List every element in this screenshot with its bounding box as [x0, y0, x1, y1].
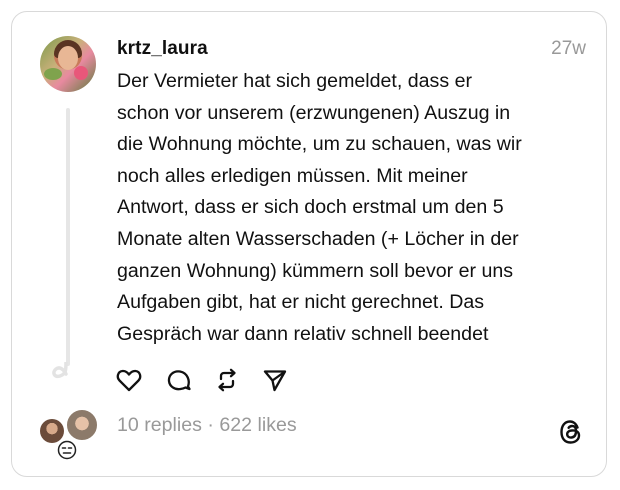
post-stats[interactable]: 10 replies · 622 likes: [117, 414, 297, 437]
author-avatar[interactable]: [40, 36, 96, 92]
thread-loop-icon: [52, 362, 68, 379]
heart-icon[interactable]: [115, 366, 143, 394]
post-line: ganzen Wohnung) kümmern soll bevor er un…: [117, 259, 514, 282]
post-line: Aufgaben gibt, hat er nicht gerechnet. D…: [117, 291, 485, 314]
post-body: Der Vermieter hat sich gemeldet, dass er…: [117, 66, 585, 350]
comment-icon[interactable]: [165, 366, 193, 394]
post-timestamp[interactable]: 27w: [551, 38, 586, 60]
expressionless-face-icon: [57, 440, 77, 460]
post-line: schon vor unserem (erzwungenen) Auszug i…: [117, 101, 511, 124]
post-line: Der Vermieter hat sich gemeldet, dass er: [117, 70, 473, 92]
threads-logo-icon[interactable]: [558, 418, 584, 446]
post-line: Gespräch war dann relativ schnell beende…: [117, 322, 489, 345]
author-username[interactable]: krtz_laura: [117, 38, 208, 60]
post-line: Monate alten Wasserschaden (+ Löcher in …: [117, 227, 519, 250]
send-icon[interactable]: [261, 366, 289, 394]
post-line: noch alles erledigen müssen. Mit meiner: [117, 164, 468, 187]
post-line: die Wohnung möchte, um zu schauen, was w…: [117, 133, 522, 156]
repost-icon[interactable]: [213, 366, 241, 394]
thread-line: [66, 108, 70, 366]
post-line: Antwort, dass er sich doch erstmal um de…: [117, 196, 504, 219]
replier-avatar[interactable]: [66, 409, 98, 441]
